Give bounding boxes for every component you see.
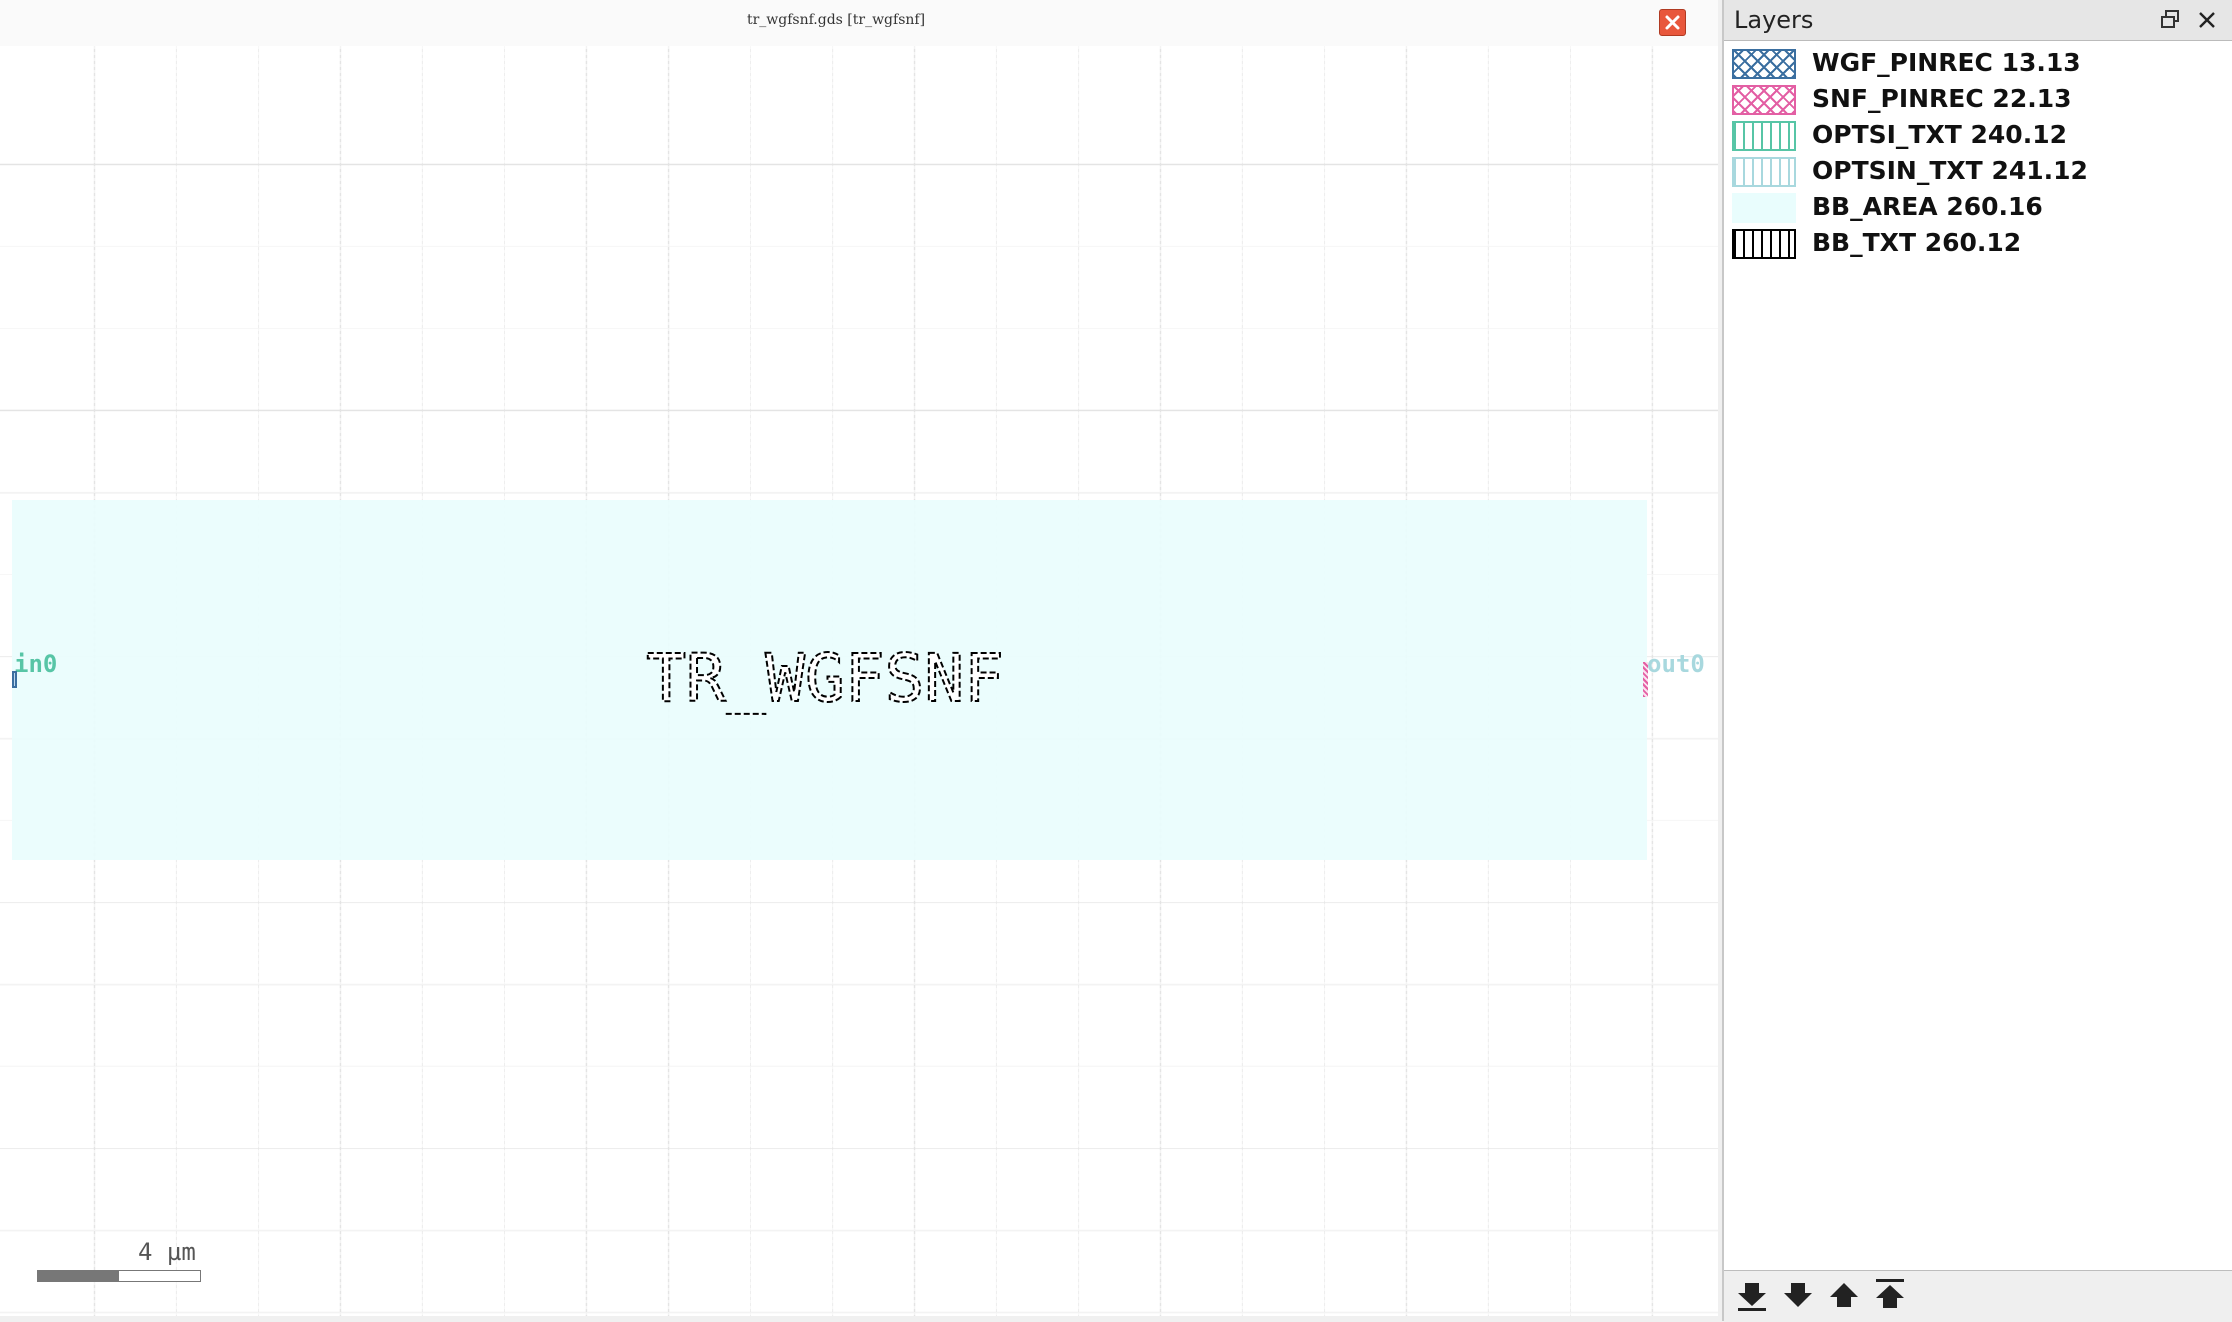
layer-name: BB_TXT 260.12 xyxy=(1812,228,2022,257)
layer-row[interactable]: OPTSIN_TXT 241.12 xyxy=(1732,155,2222,191)
layer-swatch[interactable] xyxy=(1732,157,1796,187)
layer-name: BB_AREA 260.16 xyxy=(1812,192,2043,221)
move-to-top-icon xyxy=(1876,1279,1904,1308)
layer-row[interactable]: SNF_PINREC 22.13 xyxy=(1732,83,2222,119)
bb-area-shape[interactable] xyxy=(12,500,1647,860)
float-panel-button[interactable] xyxy=(2158,8,2182,32)
layers-panel: Layers WGF_PINREC 13.13 SNF_PINREC 22.13 O… xyxy=(1722,0,2232,1322)
window-title: tr_wgfsnf.gds [tr_wgfsnf] xyxy=(746,12,926,28)
move-up-icon xyxy=(1830,1283,1858,1307)
pin-in-label: in0 xyxy=(14,650,58,678)
scale-bar xyxy=(37,1270,201,1282)
canvas-titlebar: tr_wgfsnf.gds [tr_wgfsnf] xyxy=(0,0,1718,46)
move-down-icon xyxy=(1784,1283,1812,1307)
close-icon xyxy=(2199,12,2215,28)
pin-in-shape[interactable] xyxy=(12,671,17,688)
close-canvas-button[interactable] xyxy=(1659,9,1686,36)
layers-panel-title: Layers xyxy=(1734,6,1814,34)
layer-panel-toolbar xyxy=(1724,1270,2232,1322)
layer-name: OPTSIN_TXT 241.12 xyxy=(1812,156,2088,185)
scale-bar-fill xyxy=(38,1271,119,1281)
layer-swatch[interactable] xyxy=(1732,229,1796,259)
pin-out-shape[interactable] xyxy=(1643,662,1648,697)
layer-list: WGF_PINREC 13.13 SNF_PINREC 22.13 OPTSI_TX… xyxy=(1732,47,2222,263)
layer-name: SNF_PINREC 22.13 xyxy=(1812,84,2072,113)
layer-row[interactable]: BB_AREA 260.16 xyxy=(1732,191,2222,227)
layer-swatch[interactable] xyxy=(1732,193,1796,223)
layer-swatch[interactable] xyxy=(1732,85,1796,115)
layer-name: WGF_PINREC 13.13 xyxy=(1812,48,2081,77)
move-to-bottom-button[interactable] xyxy=(1732,1275,1772,1315)
layers-panel-header: Layers xyxy=(1724,0,2232,41)
move-to-top-button[interactable] xyxy=(1870,1275,1910,1315)
move-down-button[interactable] xyxy=(1778,1275,1818,1315)
layer-swatch[interactable] xyxy=(1732,49,1796,79)
move-to-bottom-icon xyxy=(1738,1283,1766,1311)
close-icon xyxy=(1665,15,1680,30)
layer-row[interactable]: BB_TXT 260.12 xyxy=(1732,227,2222,263)
scale-label: 4 µm xyxy=(138,1238,196,1266)
close-panel-button[interactable] xyxy=(2195,8,2219,32)
layout-canvas-window[interactable]: tr_wgfsnf.gds [tr_wgfsnf] TR_WGFSNF in0 … xyxy=(0,0,1718,1316)
layer-swatch[interactable] xyxy=(1732,121,1796,151)
pin-out-label: out0 xyxy=(1647,650,1705,678)
move-up-button[interactable] xyxy=(1824,1275,1864,1315)
layer-row[interactable]: WGF_PINREC 13.13 xyxy=(1732,47,2222,83)
layer-name: OPTSI_TXT 240.12 xyxy=(1812,120,2067,149)
float-icon xyxy=(2161,10,2179,28)
layer-row[interactable]: OPTSI_TXT 240.12 xyxy=(1732,119,2222,155)
